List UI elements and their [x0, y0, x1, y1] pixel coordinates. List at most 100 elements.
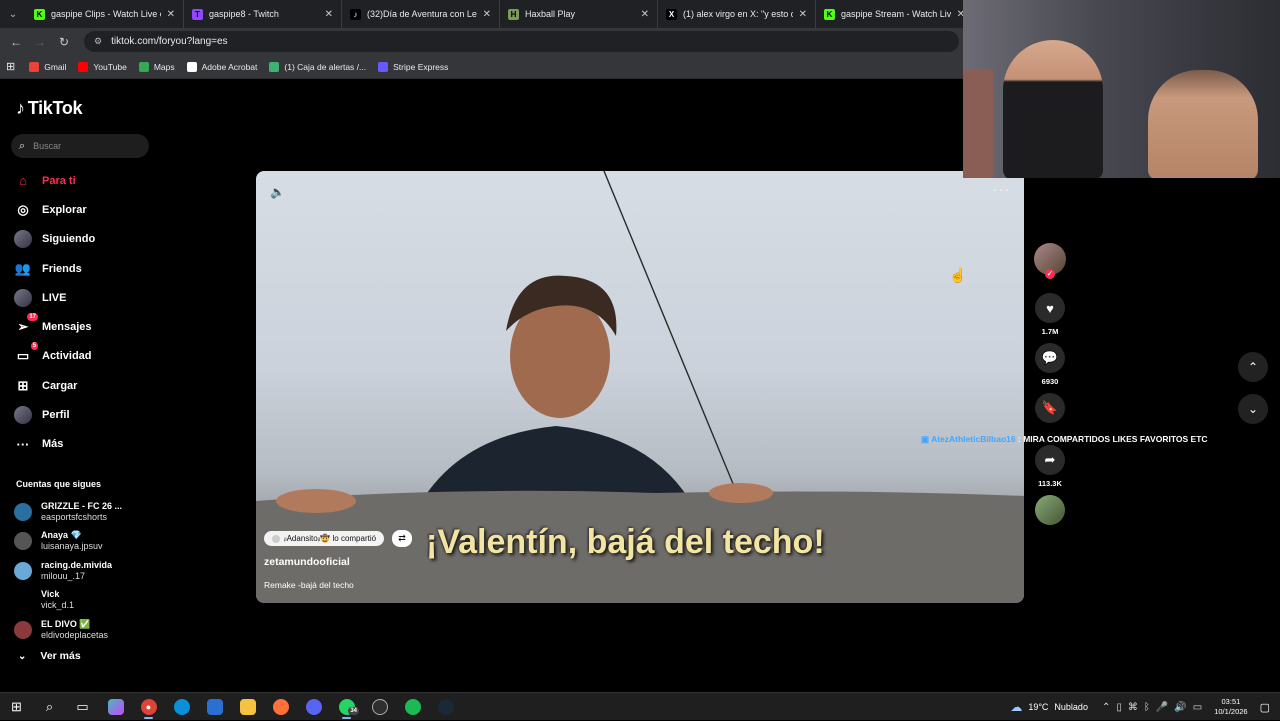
see-more-button[interactable]: ⌄ Ver más — [18, 650, 81, 662]
edge-icon[interactable] — [165, 693, 198, 721]
clock[interactable]: 03:51 10/1/2026 — [1214, 697, 1247, 717]
sidebar-item-label: Friends — [42, 262, 82, 275]
account-username: eldivodeplacetas — [41, 629, 109, 640]
file-explorer-icon[interactable] — [231, 693, 264, 721]
chrome-icon[interactable]: ● — [132, 693, 165, 721]
bookmark-item[interactable]: Stripe Express — [378, 61, 449, 72]
sidebar-item-perfil[interactable]: Perfil — [14, 400, 164, 429]
tab-close-icon[interactable]: ✕ — [799, 9, 807, 20]
obs-icon[interactable] — [363, 693, 396, 721]
back-icon[interactable]: ← — [4, 35, 28, 49]
bookmark-label: Stripe Express — [393, 61, 449, 72]
browser-tab[interactable]: X (1) alex virgo en X: "y esto que ✕ — [658, 0, 816, 28]
speaker-icon[interactable]: 🔊 — [1174, 702, 1186, 713]
whatsapp-icon[interactable]: 34 — [330, 693, 363, 721]
forward-icon[interactable]: → — [28, 35, 52, 49]
tab-search-chevron-icon[interactable]: ⌄ — [0, 0, 26, 28]
video-author[interactable]: zetamundooficial — [264, 556, 350, 568]
bluetooth-icon[interactable]: ᛒ — [1144, 702, 1150, 713]
firefox-icon[interactable] — [264, 693, 297, 721]
search-placeholder: Buscar — [33, 141, 62, 151]
windows-start-icon[interactable]: ⊞ — [0, 693, 33, 721]
search-icon[interactable]: ⌕ — [33, 693, 66, 721]
sound-avatar[interactable] — [1035, 495, 1065, 525]
following-account[interactable]: GRIZZLE - FC 26 ... easportsfcshorts — [14, 497, 154, 527]
following-avatar-icon — [14, 230, 32, 249]
sidebar-item-label: Explorar — [42, 203, 87, 216]
following-account[interactable]: EL DIVO ✅ eldivodeplacetas — [14, 615, 154, 645]
sidebar-item-friends[interactable]: 👥 Friends — [14, 254, 164, 283]
tab-close-icon[interactable]: ✕ — [483, 9, 491, 20]
network-icon[interactable]: ⌘ — [1128, 702, 1138, 713]
bookmark-item[interactable]: Adobe Acrobat — [186, 61, 257, 72]
browser-tab[interactable]: H Haxball Play ✕ — [500, 0, 658, 28]
sharer-avatar — [272, 534, 280, 543]
bookmark-item[interactable]: Maps — [138, 61, 175, 72]
browser-tab[interactable]: K gaspipe Clips - Watch Live on K ✕ — [26, 0, 184, 28]
bookmark-item[interactable]: (1) Caja de alertas /... — [269, 61, 366, 72]
tab-favicon-icon: ♪ — [350, 8, 361, 20]
browser-tab[interactable]: ♪ (32)Día de Aventura con Leto e ✕ — [342, 0, 500, 28]
tiktok-logo[interactable]: ♪ TikTok — [16, 98, 83, 119]
account-name: Vick — [41, 589, 60, 600]
weather-widget[interactable]: ☁ 19°C Nublado — [1010, 700, 1088, 714]
browser-tab[interactable]: K gaspipe Stream - Watch Live on ✕ — [816, 0, 974, 28]
following-account[interactable]: Anaya 💎 luisanaya.jpsuv — [14, 527, 154, 557]
sidebar-item-explorar[interactable]: ◎ Explorar — [14, 195, 164, 224]
repost-icon[interactable]: ⇄ — [392, 530, 412, 547]
discord-icon[interactable] — [297, 693, 330, 721]
following-account[interactable]: Vick vick_d.1 — [14, 586, 154, 616]
search-input[interactable]: ⌕ Buscar — [11, 134, 149, 158]
bookmark-favicon-icon — [269, 61, 280, 72]
browser-tab[interactable]: T gaspipe8 - Twitch ✕ — [184, 0, 342, 28]
bookmark-item[interactable]: Gmail — [29, 61, 66, 72]
bookmark-icon[interactable]: 🔖 — [1035, 393, 1065, 423]
bookmark-item[interactable]: YouTube — [78, 61, 127, 72]
store-icon[interactable] — [198, 693, 231, 721]
sidebar-item-siguiendo[interactable]: Siguiendo — [14, 225, 164, 254]
task-view-icon[interactable]: ▭ — [66, 693, 99, 721]
tab-favicon-icon: T — [192, 8, 203, 20]
bookmark-favicon-icon — [29, 61, 40, 72]
share-icon[interactable]: ➦ — [1035, 445, 1065, 475]
microphone-icon[interactable]: 🎤 — [1156, 702, 1168, 713]
sidebar-item-label: Más — [42, 438, 64, 451]
usb-icon[interactable]: ▯ — [1116, 702, 1122, 713]
sidebar-item-cargar[interactable]: ⊞ Cargar — [14, 371, 164, 400]
tray-chevron-icon[interactable]: ⌃ — [1102, 702, 1110, 713]
copilot-icon[interactable] — [99, 693, 132, 721]
steam-icon[interactable] — [429, 693, 462, 721]
site-settings-icon[interactable]: ⚙ — [94, 36, 102, 47]
volume-icon[interactable]: 🔈 — [270, 185, 285, 199]
battery-icon[interactable]: ▭ — [1193, 702, 1202, 713]
like-icon[interactable]: ♥ — [1035, 293, 1065, 323]
comment-icon[interactable]: 💬 — [1035, 343, 1065, 373]
tab-close-icon[interactable]: ✕ — [325, 9, 333, 20]
tab-close-icon[interactable]: ✕ — [641, 9, 649, 20]
sidebar-item-más[interactable]: ··· Más — [14, 430, 164, 459]
follow-plus-icon[interactable]: ✓ — [1045, 269, 1055, 279]
reload-icon[interactable]: ↻ — [52, 35, 76, 49]
apps-grid-icon[interactable]: ⊞ — [6, 60, 15, 73]
clock-time: 03:51 — [1221, 697, 1241, 706]
sidebar-item-live[interactable]: LIVE — [14, 283, 164, 312]
cloud-icon: ☁ — [1010, 700, 1023, 714]
next-video-arrow-icon[interactable]: ⌄ — [1238, 394, 1268, 424]
sidebar-item-label: Mensajes — [42, 321, 92, 334]
spotify-icon[interactable] — [396, 693, 429, 721]
creator-avatar[interactable]: ✓ — [1034, 243, 1066, 279]
shared-by-pill[interactable]: ᵢₗAdansitoᵢₗ🤠 lo compartió — [264, 531, 385, 546]
sidebar-item-actividad[interactable]: ▭ 5 Actividad — [14, 342, 164, 371]
sidebar-item-para-ti[interactable]: ⌂ Para ti — [14, 166, 164, 195]
sidebar-item-mensajes[interactable]: ➢ 17 Mensajes — [14, 312, 164, 341]
more-options-icon[interactable]: ··· — [993, 181, 1010, 197]
following-account[interactable]: racing.de.mivida milouu_.17 — [14, 556, 154, 586]
friends-icon: 👥 — [14, 260, 32, 276]
bookmark-favicon-icon — [378, 61, 389, 72]
tiktok-brand: TikTok — [27, 98, 83, 118]
previous-video-arrow-icon[interactable]: ⌃ — [1238, 352, 1268, 382]
video-player[interactable]: 🔈 ··· ᵢₗAdansitoᵢₗ🤠 lo compartió ⇄ ¡Vale… — [256, 171, 1024, 603]
tab-close-icon[interactable]: ✕ — [167, 9, 175, 20]
address-bar[interactable]: ⚙ tiktok.com/foryou?lang=es — [84, 31, 959, 52]
notification-icon[interactable]: ▢ — [1260, 701, 1270, 714]
